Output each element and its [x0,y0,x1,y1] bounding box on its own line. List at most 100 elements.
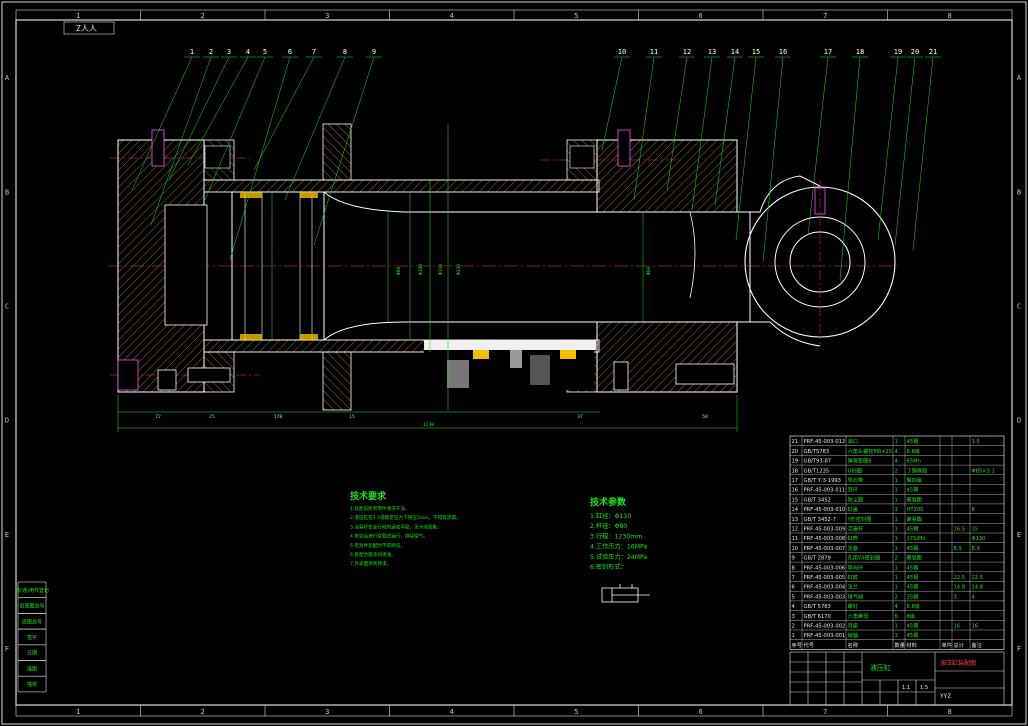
parts-list-cell: 1 [792,633,795,639]
parts-list-cell: 1 [895,488,898,494]
parts-list-cell: PRF-45-003-006 [804,565,846,571]
zone-col-top-8: 8 [948,12,952,20]
tech-requirements-title: 技术要求 [350,490,387,502]
parts-list-header: 序号 [792,641,802,649]
balloon-7: 7 [312,48,316,56]
parts-list-cell: 聚氨酯 [907,515,923,523]
parts-list-header: 总计 [954,641,964,649]
tech-parameter-line: 2.杆径：Φ80 [590,522,627,530]
parts-list-cell: GB/T 3452-7 [804,517,837,523]
rod-end-taper [689,211,696,299]
parts-list-cell: PRF-45-003-009 [804,527,846,533]
parts-list-cell: PRF-45-003-004 [804,585,846,591]
cad-drawing-sheet: 1122334455667788A AB BC CD DE EF F Z人人 1… [1,1,1027,725]
parts-list-cell: 45钢 [907,573,919,581]
parts-list-cell: 耳环 [848,487,858,494]
parts-list-cell: 14 [792,507,799,513]
barrel-wall-top [203,179,600,193]
parts-list-cell: 缸筒 [848,534,858,542]
parts-list-header: 名称 [848,641,858,649]
balloon-18: 18 [856,48,864,56]
parts-list-cell: 1 [895,546,898,552]
side-table-label: 借(通)用件登记 [15,587,49,594]
parts-list-cell: 1 [895,497,898,503]
parts-list-cell: 14.8 [954,585,966,591]
tech-params-title: 技术参数 [590,496,627,508]
zone-col-bottom-4: 4 [450,708,454,716]
segment-dim: 15 [349,414,355,420]
parts-list-cell: PRF-45-003-011 [804,488,846,494]
parts-list-cell: 导向带 [848,476,864,484]
redaction-yellow-2 [560,350,576,359]
corner-code: Z人人 [76,24,97,33]
parts-list-cell: 5 [792,594,795,600]
tech-parameter-line: 1.缸径：Φ130 [590,512,631,520]
parts-list-cell: 10 [792,546,799,552]
parts-list-cell: 20 [792,449,799,455]
gland-nut [569,145,595,169]
parts-list-cell: 45钢 [907,544,919,552]
zone-row-left-D: D [5,417,9,425]
side-table-label: 描校 [27,681,37,688]
redaction-gray-3 [530,355,550,385]
seal-2 [240,334,262,340]
balloon-3: 3 [227,48,231,56]
tech-requirement-line: 6.各配合面涂润滑油。 [350,551,396,558]
zone-row-left-F: F [5,645,9,653]
parts-list-cell: 13 [792,517,799,523]
balloon-16: 16 [779,48,787,56]
balloon-8: 8 [343,48,347,56]
balloon-21: 21 [929,48,937,56]
rod-eye-neck [737,175,821,347]
balloon-leader [762,56,784,263]
parts-list-cell: 22.5 [954,575,966,581]
balloon-6: 6 [288,48,292,56]
parts-list-cell: 7 [792,575,795,581]
parts-list-cell: 1 [895,624,898,630]
parts-list-cell: 缸底 [848,573,858,581]
parts-list-cell: 17 [792,478,799,484]
side-table-label: 日期 [27,651,37,657]
parts-list-cell: 27SiMn [907,536,926,542]
zone-row-right-C: C [1017,302,1021,310]
parts-list-cell: GB/T5783 [804,449,830,455]
trunnion-bottom [322,351,352,411]
zone-col-top-5: 5 [574,12,578,20]
redaction-yellow-1 [473,350,489,359]
parts-list-cell: 8 [792,565,795,571]
parts-list-header: 备注 [972,641,982,649]
parts-list-cell: 1 [895,507,898,513]
balloon-13: 13 [708,48,716,56]
zone-row-right-A: A [1017,74,1022,82]
parts-list-cell: GB/T 2879 [804,556,831,562]
parts-list-cell: 3 [954,594,957,600]
parts-list-cell: Y形密封圈 [847,515,872,523]
redaction-gray-2 [510,350,522,368]
bore-dim: Φ130 [456,264,462,275]
balloon-17: 17 [824,48,832,56]
parts-list-cell: 4 [792,604,796,610]
parts-list-cell: 8.9 [972,546,980,552]
side-table-label: 底图总号 [22,618,42,625]
gland-bolt-bottom [613,361,629,391]
drawing-name: 液压缸 [870,663,891,672]
parts-list-cell: 8.9 [954,546,962,552]
parts-list-cell: 1 [895,536,898,542]
balloon-leader [894,56,916,246]
parts-list-cell: 1 [895,575,898,581]
parts-list-cell: PRF-45-003-010 [804,507,846,513]
bore-dim: Φ80 [396,266,402,275]
segment-dim: 178 [274,414,283,420]
parts-list-cell: 16 [792,488,799,494]
parts-list-cell: 4 [972,594,976,600]
parts-list-cell: 导向环 [848,563,864,571]
parts-list-cell: 螺钉 [848,602,858,610]
balloon-leader [877,56,899,241]
parts-list-cell: 4 [895,604,899,610]
parts-list-cell: GB/T93-87 [804,459,832,465]
parts-list-cell: 15 [972,527,979,533]
zone-row-left-B: B [5,188,9,196]
parts-list-cell: 销轴 [848,631,858,639]
tech-requirement-line: 3.活塞杆在全行程内运动平稳，无卡滞现象。 [350,523,442,530]
parts-list-cell: 丁腈橡胶 [907,466,928,474]
